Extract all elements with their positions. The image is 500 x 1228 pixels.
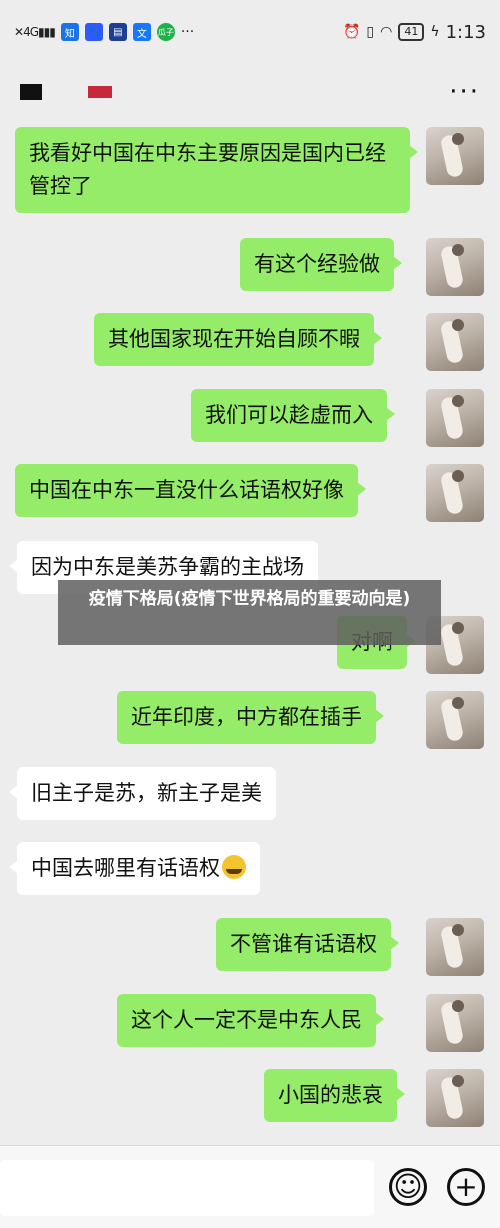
status-bar: ✕4G▮▮▮ 知 🐾 ▤ 文 瓜子 ··· ⏰ ▯ ◠ 41 ϟ 1:13 [0,0,500,64]
message-bubble[interactable]: 小国的悲哀 [264,1069,405,1122]
chat-input-bar: ☺ + [0,1145,500,1228]
plus-icon[interactable]: + [447,1168,485,1206]
message-row: 我看好中国在中东主要原因是国内已经管控了 [15,127,418,213]
message-bubble[interactable]: 不管谁有话语权 [216,918,399,971]
message-bubble[interactable]: 旧主子是苏，新主子是美 [9,767,276,820]
message-row: 不管谁有话语权 [216,918,399,971]
chat-nav-bar: ··· [0,64,500,120]
chat-title-mark [88,86,112,98]
avatar[interactable] [426,389,484,447]
news-icon: ▤ [108,23,127,41]
avatar[interactable] [426,464,484,522]
laughing-crying-emoji-icon [222,855,246,879]
message-row: 其他国家现在开始自顾不暇 [94,313,382,366]
nav-left [20,84,112,100]
avatar[interactable] [426,313,484,371]
vibrate-icon: ▯ [366,24,375,40]
message-text: 中国去哪里有话语权 [31,856,220,880]
status-time: 1:13 [445,21,486,43]
more-options-icon[interactable]: ··· [449,77,480,107]
alipay-icon: 文 [132,23,151,41]
message-bubble[interactable]: 我看好中国在中东主要原因是国内已经管控了 [15,127,418,213]
message-row: 中国在中东一直没什么话语权好像 [15,464,366,517]
message-bubble[interactable]: 有这个经验做 [240,238,402,291]
message-bubble[interactable]: 我们可以趁虚而入 [191,389,395,442]
message-bubble[interactable]: 中国去哪里有话语权 [9,842,260,895]
article-title-overlay: 疫情下格局(疫情下世界格局的重要动向是) [58,580,441,645]
message-row: 这个人一定不是中东人民 [117,994,384,1047]
avatar[interactable] [426,691,484,749]
message-row: 小国的悲哀 [264,1069,405,1122]
message-row: 有这个经验做 [240,238,402,291]
avatar[interactable] [426,918,484,976]
app-icon-zhi: 知 [60,23,79,41]
status-right: ⏰ ▯ ◠ 41 ϟ 1:13 [343,22,486,43]
battery-indicator: 41 [398,23,425,41]
avatar[interactable] [426,127,484,185]
wifi-icon: ◠ [380,24,393,40]
message-bubble[interactable]: 近年印度，中方都在插手 [117,691,384,744]
message-row: 中国去哪里有话语权 [9,842,260,895]
message-bubble[interactable]: 中国在中东一直没什么话语权好像 [15,464,366,517]
message-bubble[interactable]: 其他国家现在开始自顾不暇 [94,313,382,366]
avatar[interactable] [426,1069,484,1127]
message-input[interactable] [0,1160,374,1216]
avatar[interactable] [426,238,484,296]
message-row: 我们可以趁虚而入 [191,389,395,442]
charging-icon: ϟ [430,24,440,40]
message-bubble[interactable]: 这个人一定不是中东人民 [117,994,384,1047]
avatar[interactable] [426,994,484,1052]
back-icon[interactable] [20,84,42,100]
watermelon-icon: 瓜子 [156,23,175,41]
message-row: 旧主子是苏，新主子是美 [9,767,276,820]
alarm-icon: ⏰ [342,24,361,40]
smiley-icon[interactable]: ☺ [389,1168,427,1206]
baidu-icon: 🐾 [84,23,103,41]
status-left: ✕4G▮▮▮ 知 🐾 ▤ 文 瓜子 ··· [14,23,194,41]
signal-icon: ✕4G▮▮▮ [14,25,56,39]
more-dots-icon: ··· [180,24,195,40]
message-row: 近年印度，中方都在插手 [117,691,384,744]
